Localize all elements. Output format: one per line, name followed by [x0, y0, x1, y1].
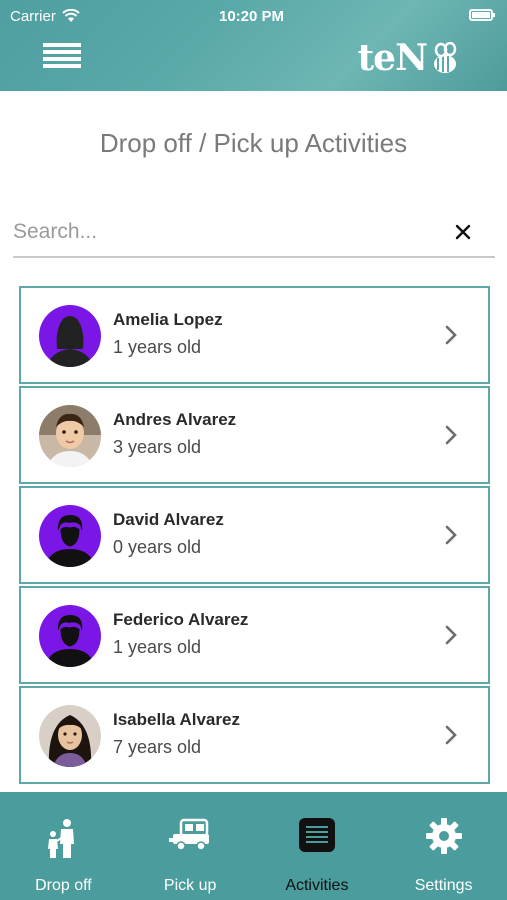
brand-logo: teN — [358, 38, 459, 78]
avatar — [39, 505, 101, 567]
tab-settings[interactable]: Settings — [380, 792, 507, 900]
child-name: Federico Alvarez — [113, 610, 249, 629]
child-name: Amelia Lopez — [113, 310, 223, 329]
child-age: 7 years old — [113, 737, 202, 757]
child-photo-icon — [39, 705, 101, 767]
list-icon — [298, 818, 335, 852]
tab-label: Settings — [414, 877, 473, 894]
tab-drop-off[interactable]: Drop off — [0, 792, 127, 900]
male-silhouette-icon — [39, 505, 101, 567]
list-item[interactable]: Isabella Alvarez 7 years old — [19, 686, 490, 784]
menu-button[interactable] — [43, 43, 81, 73]
child-name: Isabella Alvarez — [113, 710, 240, 729]
children-list: Amelia Lopez 1 years old Andres Alvarez … — [19, 286, 490, 791]
chevron-right-icon — [445, 625, 457, 645]
list-item[interactable]: Andres Alvarez 3 years old — [19, 386, 490, 484]
child-age: 3 years old — [113, 437, 202, 457]
tab-bar: Drop off Pick up Activities Settings — [0, 792, 507, 900]
close-icon[interactable] — [451, 220, 475, 244]
brand-text: teN — [357, 37, 428, 79]
child-age: 1 years old — [113, 337, 202, 357]
tab-label: Pick up — [163, 877, 217, 894]
avatar — [39, 405, 101, 467]
child-age: 0 years old — [113, 537, 202, 557]
chevron-right-icon — [445, 325, 457, 345]
carrier-label: Carrier — [10, 7, 56, 25]
family-icon — [48, 819, 75, 858]
child-photo-icon — [39, 405, 101, 467]
search-bar — [13, 210, 495, 258]
child-age: 1 years old — [113, 637, 202, 657]
list-item[interactable]: Amelia Lopez 1 years old — [19, 286, 490, 384]
app-header: Carrier 10:20 PM teN — [0, 0, 507, 91]
chevron-right-icon — [445, 725, 457, 745]
avatar — [39, 605, 101, 667]
hamburger-icon — [43, 43, 81, 47]
tab-label: Drop off — [35, 877, 92, 894]
list-item[interactable]: David Alvarez 0 years old — [19, 486, 490, 584]
search-input[interactable] — [13, 210, 433, 254]
avatar — [39, 305, 101, 367]
carrier-status: Carrier — [10, 8, 80, 25]
tab-label: Activities — [285, 877, 349, 894]
status-bar: Carrier 10:20 PM — [10, 6, 495, 26]
male-silhouette-icon — [39, 605, 101, 667]
child-name: Andres Alvarez — [113, 410, 237, 429]
bee-icon — [434, 42, 457, 73]
car-icon — [169, 818, 210, 851]
chevron-right-icon — [445, 425, 457, 445]
child-name: David Alvarez — [113, 510, 224, 529]
gear-icon — [425, 818, 462, 854]
tab-pick-up[interactable]: Pick up — [127, 792, 254, 900]
tab-activities[interactable]: Activities — [254, 792, 381, 900]
avatar — [39, 705, 101, 767]
status-time: 10:20 PM — [218, 7, 285, 25]
chevron-right-icon — [445, 525, 457, 545]
page-title: Drop off / Pick up Activities — [99, 128, 408, 158]
list-item[interactable]: Federico Alvarez 1 years old — [19, 586, 490, 684]
wifi-icon — [62, 9, 80, 22]
battery-icon — [469, 9, 495, 21]
female-silhouette-icon — [39, 305, 101, 367]
